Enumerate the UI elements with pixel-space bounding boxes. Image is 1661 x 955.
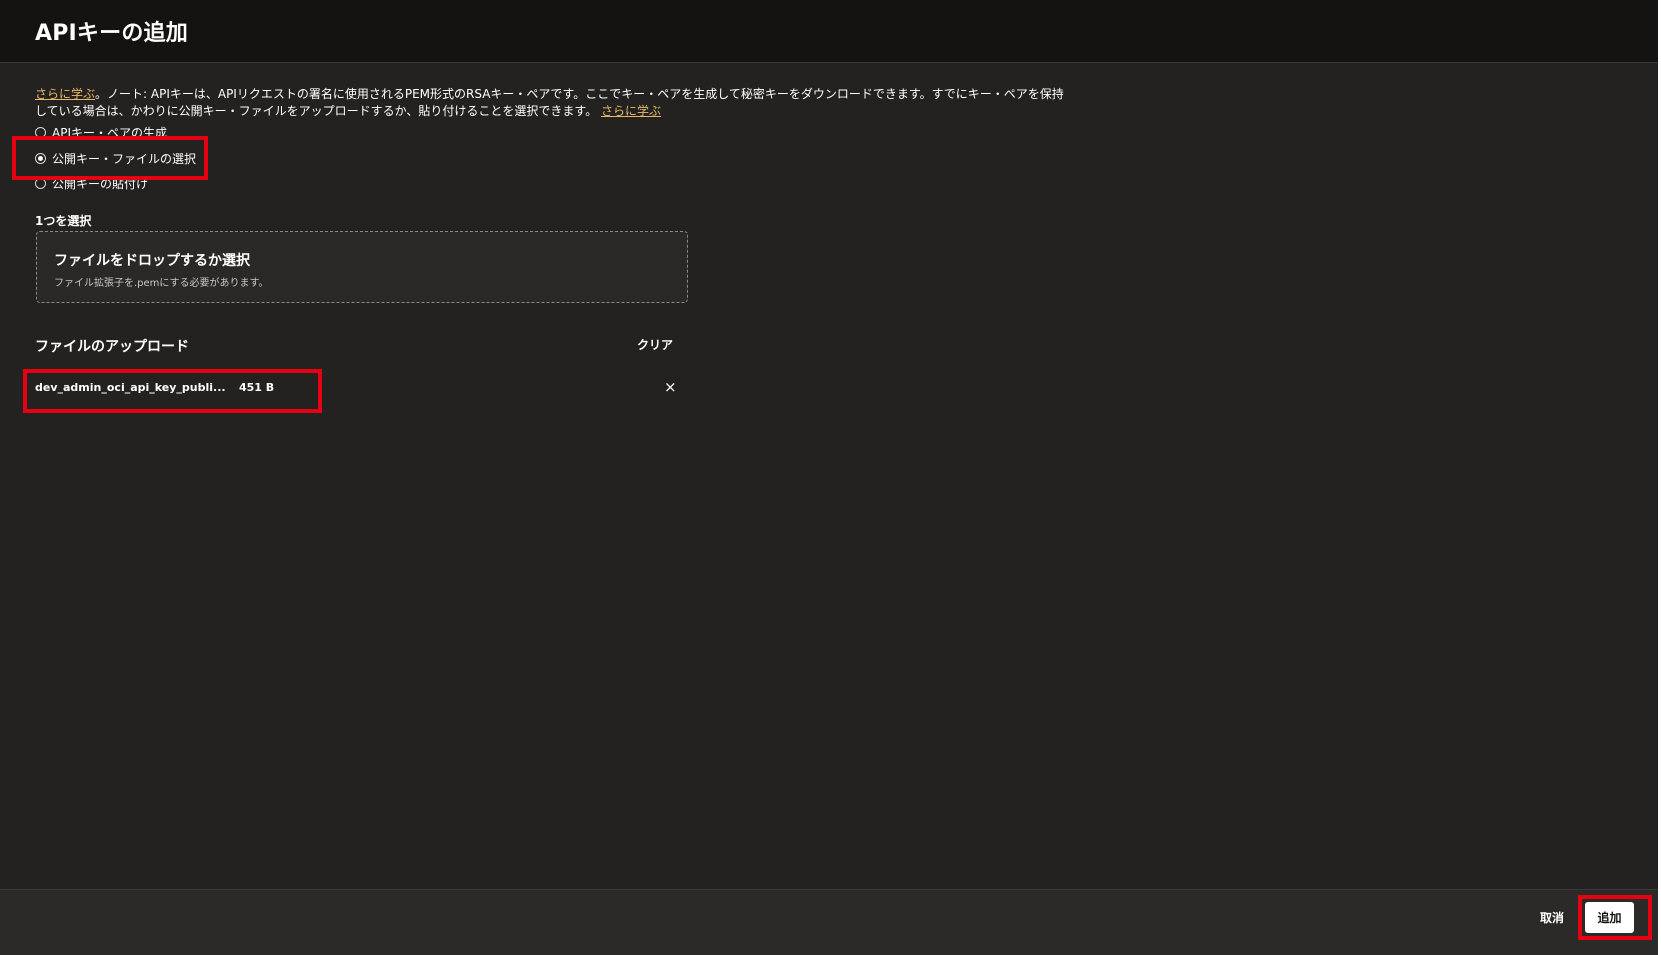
file-dropzone[interactable]: ファイルをドロップするか選択 ファイル拡張子を.pemにする必要があります。: [36, 231, 688, 303]
file-name: dev_admin_oci_api_key_publi...: [35, 381, 226, 394]
uploaded-file-row: dev_admin_oci_api_key_publi... 451 B ×: [35, 378, 685, 398]
option-paste-public-key[interactable]: 公開キーの貼付け: [35, 175, 148, 191]
option-label: 公開キーの貼付け: [52, 176, 149, 191]
dialog-header: APIキーの追加: [0, 0, 1658, 63]
option-generate-key-pair[interactable]: APIキー・ペアの生成: [35, 124, 167, 140]
clear-button[interactable]: クリア: [637, 336, 673, 353]
radio-button[interactable]: [35, 177, 46, 189]
info-note: さらに学ぶ。ノート: APIキーは、APIリクエストの署名に使用されるPEM形式…: [35, 86, 1065, 120]
option-label: 公開キー・ファイルの選択: [52, 151, 197, 166]
dropzone-hint: ファイル拡張子を.pemにする必要があります。: [54, 278, 269, 289]
add-button[interactable]: 追加: [1585, 902, 1634, 933]
dialog-title: APIキーの追加: [35, 21, 188, 46]
radio-button[interactable]: [35, 126, 46, 138]
close-icon[interactable]: ×: [664, 378, 677, 396]
option-select-public-key-file[interactable]: 公開キー・ファイルの選択: [35, 150, 196, 166]
add-api-key-dialog: APIキーの追加 さらに学ぶ。ノート: APIキーは、APIリクエストの署名に使…: [0, 0, 1658, 955]
select-one-label: 1つを選択: [35, 214, 92, 228]
file-size: 451 B: [239, 381, 275, 394]
dialog-footer: [0, 889, 1658, 955]
upload-section-title: ファイルのアップロード: [35, 339, 189, 355]
note-text: 。ノート: APIキーは、APIリクエストの署名に使用されるPEM形式のRSAキ…: [35, 87, 1064, 118]
option-label: APIキー・ペアの生成: [52, 125, 167, 140]
radio-button-checked[interactable]: [35, 152, 46, 164]
cancel-button[interactable]: 取消: [1540, 909, 1564, 926]
learn-more-link-end[interactable]: さらに学ぶ: [601, 104, 661, 118]
dropzone-title: ファイルをドロップするか選択: [54, 253, 250, 269]
learn-more-link[interactable]: さらに学ぶ: [35, 87, 95, 101]
